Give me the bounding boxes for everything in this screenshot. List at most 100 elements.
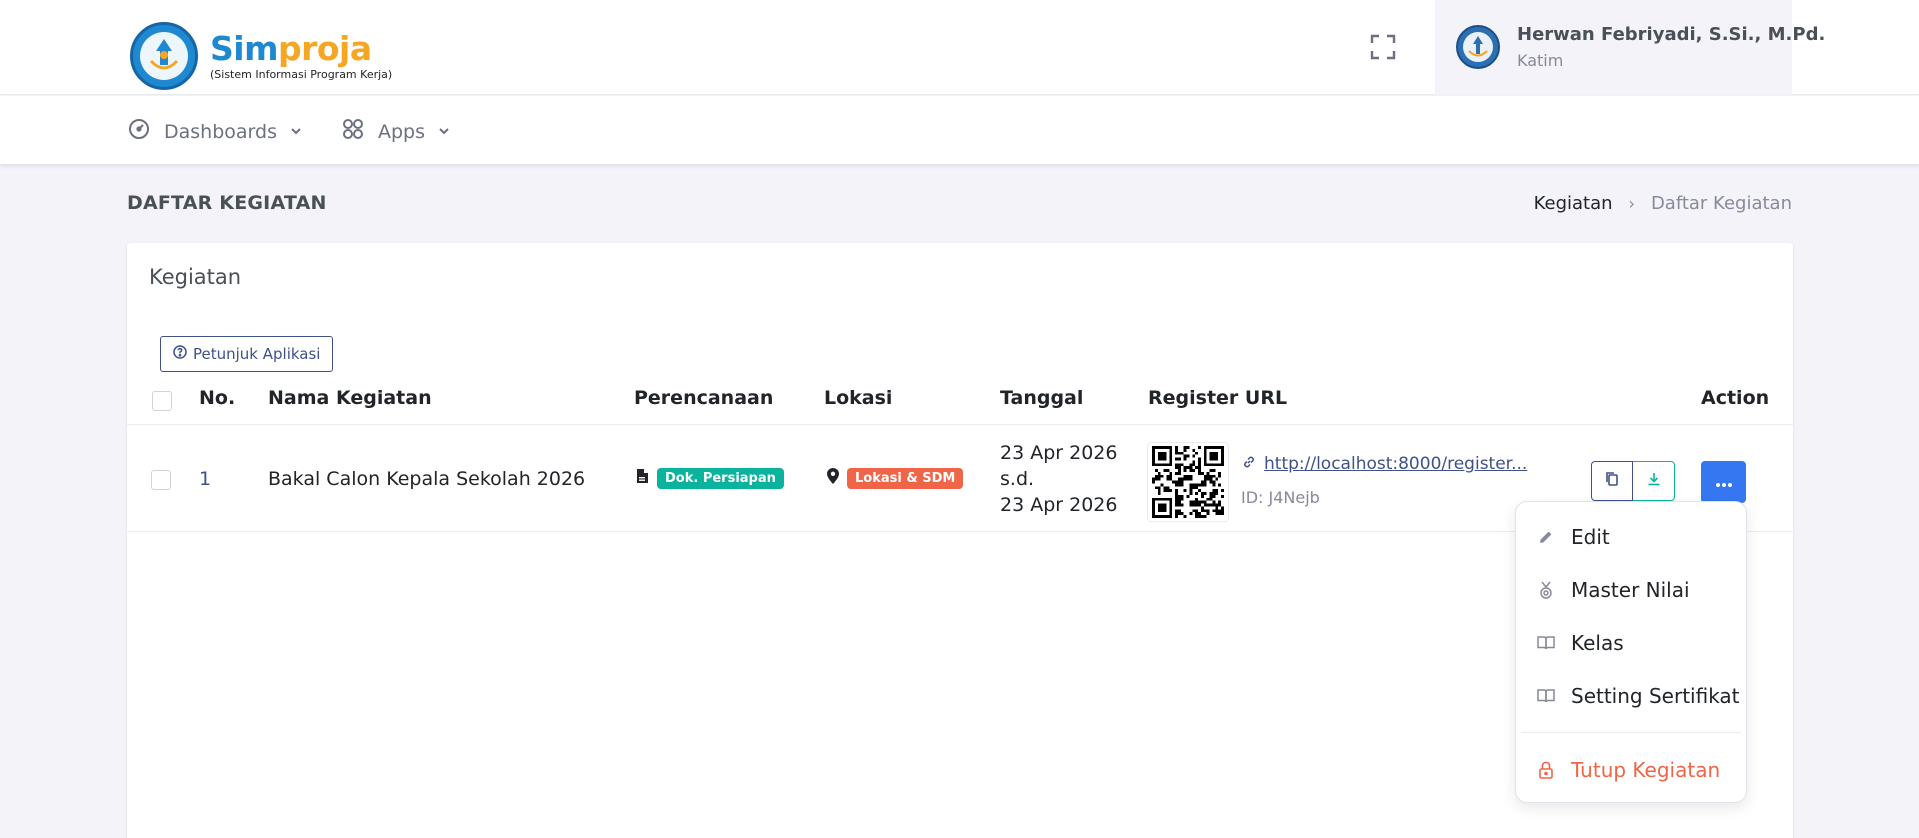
qr-module [1160, 446, 1164, 449]
chevron-down-icon [289, 121, 303, 143]
status-badge-lokasi-sdm[interactable]: Lokasi & SDM [847, 467, 964, 489]
qr-module [1209, 492, 1213, 495]
qr-module [1198, 512, 1201, 516]
qr-module [1215, 446, 1219, 449]
qr-module [1198, 463, 1201, 467]
qr-module [1192, 509, 1196, 513]
qr-module [1221, 489, 1224, 493]
qr-module [1212, 494, 1216, 498]
qr-module [1152, 480, 1155, 484]
qr-module [1212, 446, 1216, 449]
qr-module [1186, 446, 1190, 449]
breadcrumb-item-current: Daftar Kegiatan [1650, 193, 1792, 214]
qr-module [1212, 492, 1216, 495]
qr-module [1154, 474, 1158, 478]
app-guide-button[interactable]: Petunjuk Aplikasi [160, 336, 334, 372]
status-badge-dok-persiapan[interactable]: Dok. Persiapan [657, 467, 784, 489]
qr-module [1177, 451, 1181, 455]
pencil-icon [1537, 528, 1555, 546]
qr-module [1157, 492, 1161, 495]
qr-module [1221, 463, 1224, 467]
app-logo[interactable]: Simproja (Sistem Informasi Program Kerja… [130, 22, 392, 90]
brand-name-part1: Sim [210, 29, 278, 68]
qr-module [1195, 492, 1199, 495]
qr-module [1189, 512, 1193, 516]
qr-module [1152, 446, 1155, 449]
apps-grid-icon [342, 118, 364, 145]
qr-module [1163, 446, 1167, 449]
qr-module [1169, 497, 1173, 501]
menu-item-edit[interactable]: Edit [1516, 514, 1748, 560]
more-actions-button[interactable] [1701, 461, 1746, 503]
qr-module [1195, 512, 1199, 516]
qr-module [1215, 503, 1219, 507]
qr-module [1152, 503, 1155, 507]
qr-module [1212, 474, 1216, 478]
qr-module [1177, 463, 1181, 467]
qr-module [1175, 480, 1178, 484]
qr-module [1198, 471, 1201, 475]
copy-url-button[interactable] [1591, 461, 1633, 501]
qr-module [1160, 509, 1164, 513]
qr-module [1200, 515, 1204, 518]
qr-module [1195, 503, 1199, 507]
qr-module [1152, 448, 1155, 452]
qr-module [1152, 509, 1155, 513]
download-qr-button[interactable] [1633, 461, 1675, 501]
row-perencanaan: Dok. Persiapan [636, 467, 784, 489]
qr-module [1160, 497, 1164, 501]
qr-module [1175, 451, 1178, 455]
fullscreen-icon[interactable] [1370, 34, 1396, 60]
qr-module [1177, 494, 1181, 498]
qr-module [1192, 500, 1196, 504]
breadcrumb-item-kegiatan[interactable]: Kegiatan [1534, 193, 1613, 214]
qr-module [1203, 480, 1207, 484]
qr-module [1195, 515, 1199, 518]
user-profile-menu[interactable]: Herwan Febriyadi, S.Si., M.Pd. Katim [1435, 0, 1825, 95]
tanggal-start: 23 Apr 2026 [1000, 442, 1118, 464]
column-header-no: No. [199, 387, 236, 409]
menu-item-master-nilai[interactable]: Master Nilai [1516, 567, 1748, 613]
qr-module [1163, 457, 1167, 461]
qr-module [1203, 454, 1207, 458]
qr-module [1209, 474, 1213, 478]
qr-module [1212, 500, 1216, 504]
row-number: 1 [199, 468, 212, 490]
user-name: Herwan Febriyadi, S.Si., M.Pd. [1517, 24, 1826, 45]
row-checkbox[interactable] [151, 470, 171, 490]
copy-icon [1604, 471, 1620, 491]
register-url-link[interactable]: http://localhost:8000/register... [1264, 454, 1527, 474]
main-navbar: Dashboards Apps [0, 96, 1919, 164]
qr-module [1215, 451, 1219, 455]
nav-item-apps[interactable]: Apps [342, 118, 451, 145]
select-all-checkbox[interactable] [152, 391, 172, 411]
qr-code-image[interactable] [1147, 442, 1229, 522]
qr-module [1177, 483, 1181, 487]
menu-item-setting-sertifikat[interactable]: Setting Sertifikat [1516, 673, 1748, 719]
menu-item-tutup-kegiatan[interactable]: Tutup Kegiatan [1516, 747, 1748, 793]
qr-module [1198, 500, 1201, 504]
qr-module [1192, 463, 1196, 467]
qr-module [1189, 500, 1193, 504]
more-horizontal-icon [1715, 473, 1733, 492]
qr-module [1212, 509, 1216, 513]
qr-module [1221, 451, 1224, 455]
qr-module [1152, 451, 1155, 455]
qr-module [1175, 500, 1178, 504]
qr-module [1221, 457, 1224, 461]
qr-module [1163, 497, 1167, 501]
qr-module [1169, 448, 1173, 452]
qr-module [1195, 497, 1199, 501]
qr-module [1221, 494, 1224, 498]
qr-module [1186, 474, 1190, 478]
qr-module [1215, 512, 1219, 516]
menu-item-kelas[interactable]: Kelas [1516, 620, 1748, 666]
qr-module [1218, 509, 1222, 513]
top-header: Simproja (Sistem Informasi Program Kerja… [0, 0, 1919, 95]
nav-item-dashboards[interactable]: Dashboards [128, 118, 303, 145]
nav-item-label: Apps [378, 120, 426, 143]
qr-module [1200, 480, 1204, 484]
qr-module [1209, 503, 1213, 507]
book-open-icon [1537, 634, 1555, 652]
qr-module [1157, 497, 1161, 501]
